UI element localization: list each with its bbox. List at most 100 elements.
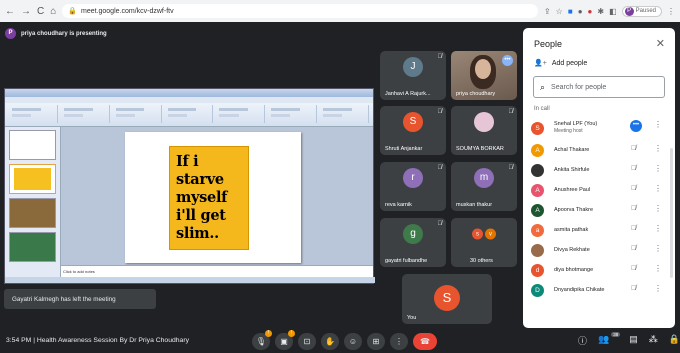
raise-hand-button[interactable]: ✋ [321,333,339,350]
mic-off-icon[interactable]: 🎙̸ [631,245,636,252]
add-person-icon: 👤+ [534,60,547,67]
avatar: v [484,227,497,241]
more-options-icon[interactable]: ••• [502,55,513,66]
warning-icon: ! [288,330,295,337]
ppt-titlebar [5,89,373,97]
more-vert-icon[interactable]: ⋮ [654,120,662,129]
participant-row[interactable]: A Apoorva Thakre 🎙̸ ⋮ [523,200,675,220]
home-icon[interactable]: ⌂ [50,6,56,17]
forward-icon[interactable]: → [21,6,31,17]
more-options-icon[interactable]: ••• [630,120,642,132]
meeting-title: Health Awareness Session By Dr Priya Cho… [36,337,189,344]
star-icon[interactable]: ☆ [556,7,563,16]
participant-row[interactable]: A Achal Thakare 🎙̸ ⋮ [523,140,675,160]
back-icon[interactable]: ← [5,6,15,17]
avatar: S [531,121,544,135]
avatar: r [403,168,423,188]
section-label: In call [534,106,550,112]
participant-row[interactable]: Divya Rekhate 🎙̸ ⋮ [523,240,675,260]
mic-off-icon[interactable]: 🎙̸ [631,185,636,192]
avatar: d [531,263,544,277]
menu-icon[interactable]: ⋮ [667,7,675,16]
host-controls-icon[interactable]: 🔒 [669,334,680,347]
others-label: 30 others [470,258,493,264]
mic-off-icon[interactable]: 🎙̸ [631,165,636,172]
add-people-button[interactable]: 👤+ Add people [523,50,675,68]
participant-tile[interactable]: 🎙̸ m muskan thakur [451,162,517,211]
reload-icon[interactable]: C [37,6,44,17]
chat-icon[interactable]: ▤ [629,334,638,347]
mic-off-icon[interactable]: 🎙̸ [631,285,636,292]
puzzle-icon[interactable]: ✱ [597,7,604,16]
mic-off-icon: 🎙̸ [437,109,443,115]
more-vert-icon[interactable]: ⋮ [654,164,662,173]
more-vert-icon[interactable]: ⋮ [654,184,662,193]
more-vert-icon[interactable]: ⋮ [654,144,662,153]
avatar [531,163,544,177]
captions-button[interactable]: ⊡ [298,333,316,350]
mic-button[interactable]: 🎙! [252,330,272,350]
others-tile[interactable]: s v 30 others [451,218,517,267]
meeting-controls-bar: 3:54 PM | Health Awareness Session By Dr… [0,330,680,353]
participant-tile[interactable]: ••• priya choudhary [451,51,517,100]
avatar-photo [474,112,494,132]
participant-row[interactable]: S Snehal LPF (You) Meeting host ••• ⋮ [523,116,675,140]
address-bar[interactable]: 🔒 meet.google.com/kcv-dzwf-ftv [62,4,538,18]
participant-row[interactable]: a asmita pathak 🎙̸ ⋮ [523,220,675,240]
present-button[interactable]: ⊞ [367,333,385,350]
participant-tile[interactable]: 🎙̸ r reva karnik [380,162,446,211]
self-tile[interactable]: S You [402,274,492,324]
participant-name: gayatri fulbandhe [385,258,428,264]
current-slide: If i starve myself i'll get slim.. [125,132,301,263]
more-vert-icon[interactable]: ⋮ [654,204,662,213]
mic-off-icon[interactable]: 🎙̸ [631,205,636,212]
camera-button[interactable]: ▣! [275,330,295,350]
mic-icon: 🎙 [255,337,267,346]
share-icon[interactable]: ⇪ [544,7,551,16]
more-options-button[interactable]: ⋮ [390,333,408,350]
mic-off-icon[interactable]: 🎙̸ [631,145,636,152]
emoji-button[interactable]: ☺ [344,333,362,350]
extension-icon[interactable]: ■ [568,7,573,16]
add-people-label: Add people [551,59,588,67]
search-icon: ⌕ [540,81,546,92]
activities-icon[interactable]: ⁂ [649,334,658,347]
slide-thumbnail [9,232,56,262]
people-search-input[interactable]: ⌕ Search for people [533,76,665,98]
mic-off-icon: 🎙̸ [437,54,443,60]
sidepanel-icon[interactable]: ◧ [609,7,617,16]
more-vert-icon[interactable]: ⋮ [654,264,662,273]
ppt-statusbar [5,277,375,283]
participant-tile[interactable]: 🎙̸ g gayatri fulbandhe [380,218,446,267]
leave-call-button[interactable]: ☎ [413,333,437,350]
mic-off-icon: 🎙̸ [508,165,514,171]
avatar: a [531,223,544,237]
participant-tile[interactable]: 🎙̸ S Shruti Anjankar [380,106,446,155]
participant-row[interactable]: D Dnyandipika Chikate 🎙̸ ⋮ [523,280,675,300]
profile-button[interactable]: P Paused [621,5,662,17]
mic-off-icon[interactable]: 🎙̸ [631,225,636,232]
mic-off-icon: 🎙̸ [437,221,443,227]
close-icon[interactable]: ✕ [656,37,665,50]
extension-icon[interactable]: ● [588,7,593,16]
leave-notification: Gayatri Kalmegh has left the meeting [4,289,156,309]
people-icon[interactable]: 👥 38 [598,332,621,347]
warning-icon: ! [265,330,272,337]
profile-status: Paused [635,8,656,14]
more-vert-icon[interactable]: ⋮ [654,244,662,253]
participant-name: Anushree Paul [554,186,591,193]
participant-row[interactable]: A Anushree Paul 🎙̸ ⋮ [523,180,675,200]
mic-off-icon[interactable]: 🎙̸ [631,265,636,272]
extension-icon[interactable]: ● [578,7,583,16]
participant-tile[interactable]: 🎙̸ SOUMYA BORKAR [451,106,517,155]
avatar: A [531,143,544,157]
more-vert-icon[interactable]: ⋮ [654,284,662,293]
slide-thumbnail [9,164,56,194]
participant-row[interactable]: Ankita Shirfule 🎙̸ ⋮ [523,160,675,180]
more-vert-icon[interactable]: ⋮ [654,224,662,233]
info-icon[interactable]: ⓘ [578,334,587,347]
participant-row[interactable]: d diya bhotmange 🎙̸ ⋮ [523,260,675,280]
others-avatars: s v [471,227,497,241]
participant-tile[interactable]: 🎙̸ J Janhavi A Rajurk... [380,51,446,100]
panel-title: People [534,38,563,49]
